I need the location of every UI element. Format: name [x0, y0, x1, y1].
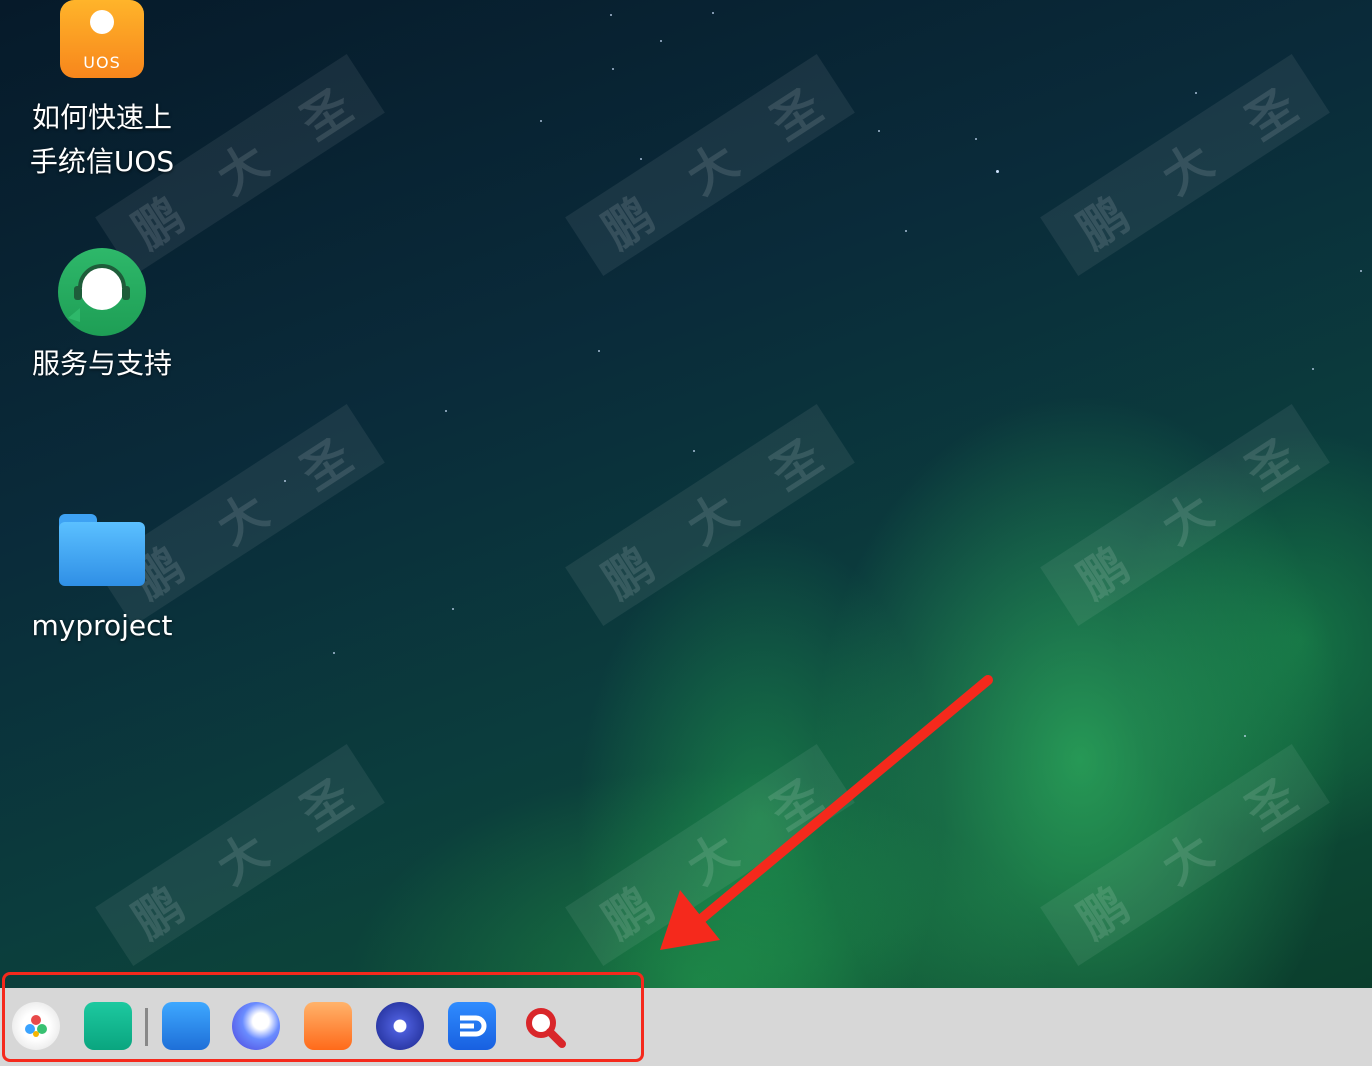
annotation-arrow — [660, 675, 993, 950]
annotation-highlight-box — [2, 972, 644, 1062]
